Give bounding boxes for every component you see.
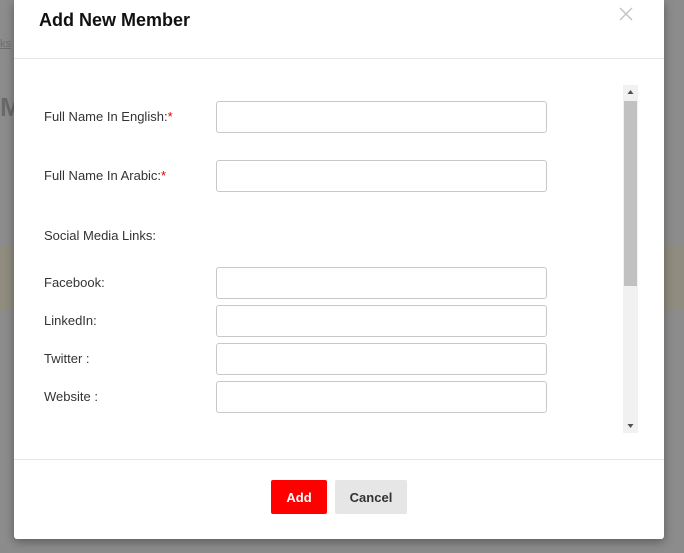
facebook-input[interactable]	[216, 267, 547, 299]
required-mark: *	[161, 168, 167, 183]
facebook-label: Facebook:	[44, 275, 105, 290]
modal-title: Add New Member	[39, 10, 191, 30]
scroll-down-arrow-icon	[627, 424, 634, 428]
website-input[interactable]	[216, 381, 547, 413]
add-button[interactable]: Add	[271, 480, 327, 514]
required-mark: *	[167, 109, 173, 124]
member-form: Full Name In English:* Full Name In Arab…	[44, 59, 604, 459]
modal-header: Add New Member	[14, 0, 664, 59]
close-button[interactable]	[616, 4, 636, 24]
background-breadcrumb: ks	[0, 38, 11, 50]
scroll-down-button[interactable]	[623, 419, 638, 433]
twitter-label: Twitter :	[44, 351, 90, 366]
full-name-english-input[interactable]	[216, 101, 547, 133]
linkedin-label: LinkedIn:	[44, 313, 97, 328]
social-media-links-label: Social Media Links:	[44, 228, 156, 243]
full-name-arabic-input[interactable]	[216, 160, 547, 192]
scroll-up-button[interactable]	[623, 85, 638, 99]
modal-body: Full Name In English:* Full Name In Arab…	[14, 59, 664, 459]
cancel-button[interactable]: Cancel	[335, 480, 407, 514]
website-label: Website :	[44, 389, 98, 404]
twitter-input[interactable]	[216, 343, 547, 375]
form-scrollbar[interactable]	[623, 85, 638, 433]
linkedin-input[interactable]	[216, 305, 547, 337]
full-name-english-label: Full Name In English:*	[44, 109, 173, 124]
close-icon	[619, 7, 633, 21]
full-name-arabic-label: Full Name In Arabic:*	[44, 168, 167, 183]
scroll-up-arrow-icon	[627, 90, 634, 94]
add-member-modal: Add New Member Full Name In English:* Fu…	[14, 0, 664, 539]
scroll-thumb[interactable]	[624, 101, 637, 286]
modal-footer: Add Cancel	[14, 459, 664, 540]
